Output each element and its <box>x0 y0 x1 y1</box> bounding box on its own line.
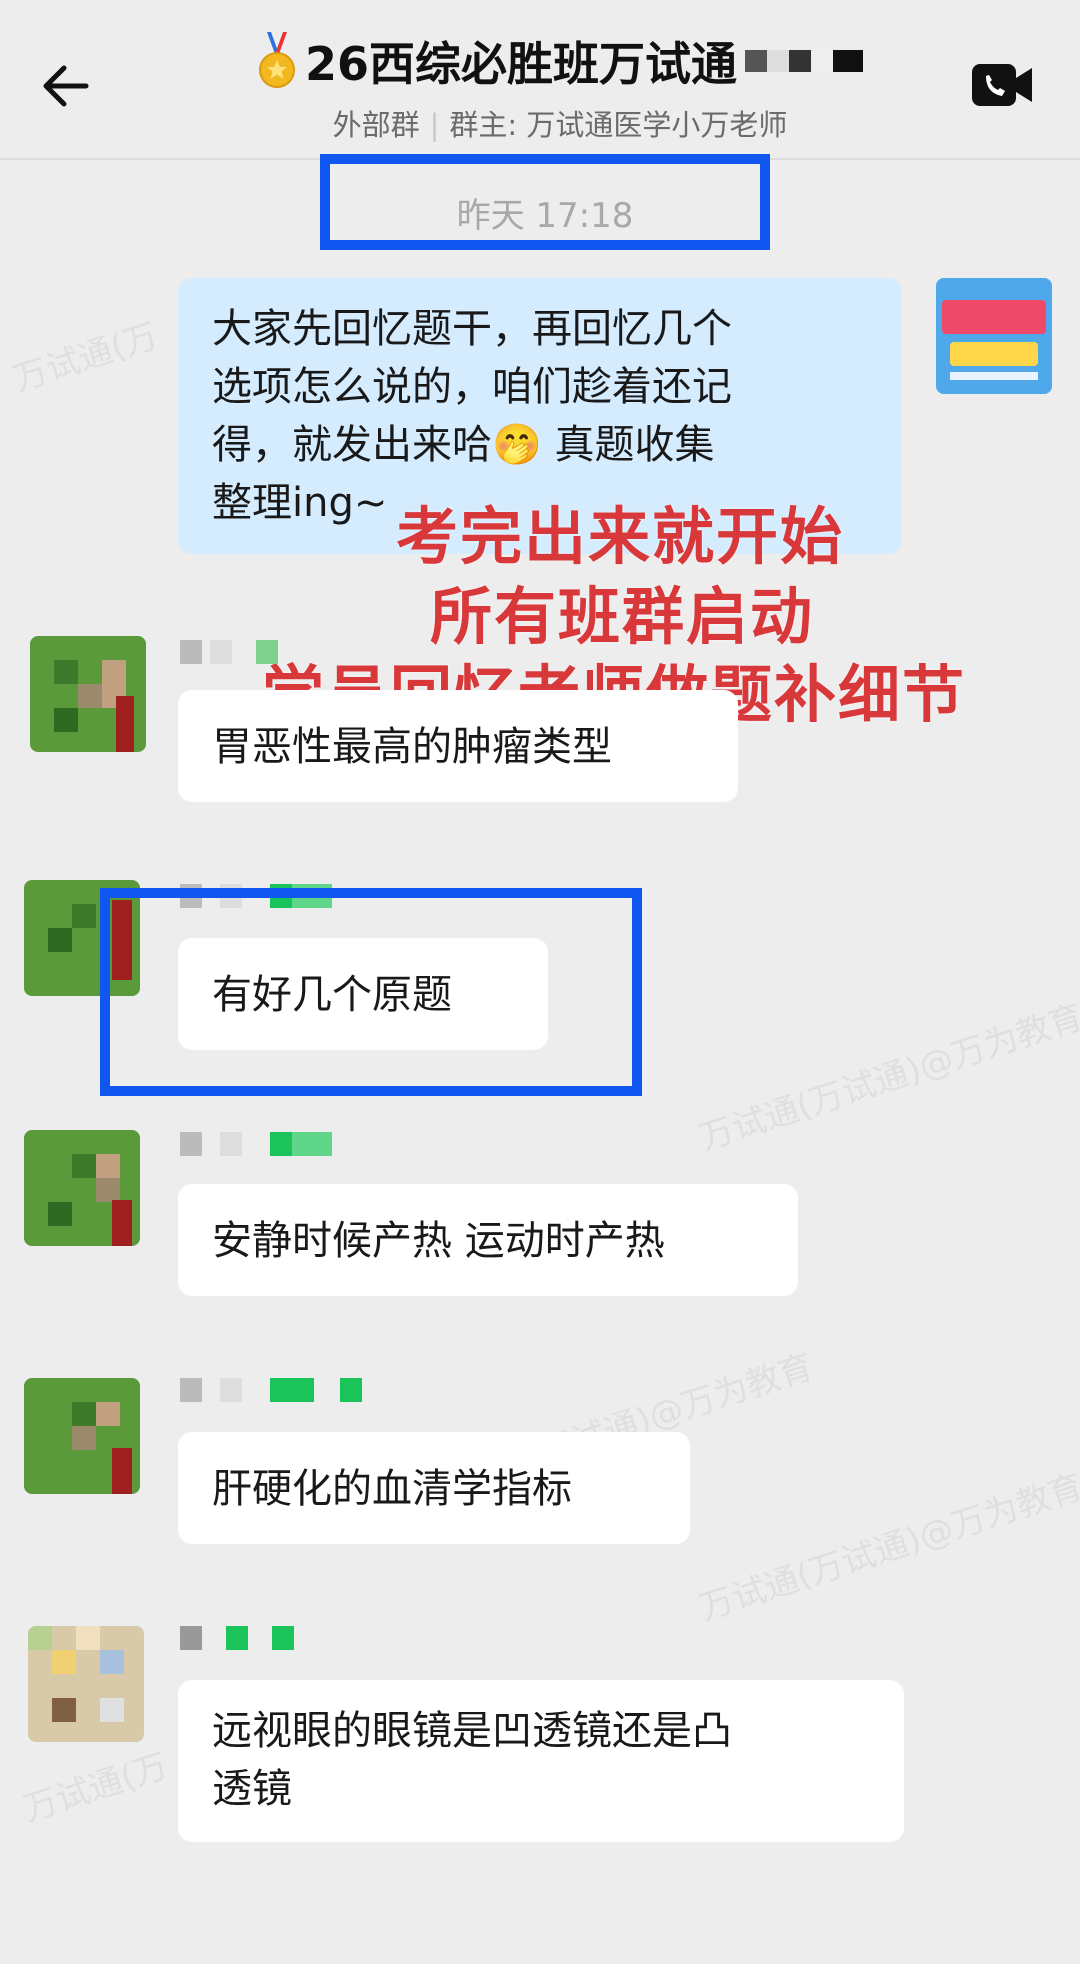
overlay-caption-line: 考完出来就开始 <box>396 500 845 573</box>
chat-title: 26西综必胜班万试通 <box>210 28 910 94</box>
account-logo-icon <box>936 278 1052 394</box>
video-call-icon[interactable] <box>972 62 1034 108</box>
message-bubble[interactable]: 安静时候产热 运动时产热 <box>178 1184 798 1296</box>
chat-title-area[interactable]: 26西综必胜班万试通 外部群 | 群主: 万试通医学小万老师 <box>210 28 910 144</box>
message-text: 胃恶性最高的肿瘤类型 <box>212 724 612 770</box>
overlay-caption-line: 所有班群启动 <box>430 580 815 653</box>
self-message-line: 大家先回忆题干，再回忆几个 <box>212 306 732 352</box>
member-avatar[interactable] <box>24 1378 140 1494</box>
medal-icon <box>258 32 295 88</box>
message-text: 有好几个原题 <box>212 972 452 1018</box>
message-timestamp: 昨天 17:18 <box>456 196 634 236</box>
message-bubble[interactable]: 有好几个原题 <box>178 938 548 1050</box>
message-text: 安静时候产热 运动时产热 <box>212 1218 665 1264</box>
watermark: 万试通(万 <box>8 315 163 400</box>
watermark: 万试通(万 <box>18 1745 173 1830</box>
message-text: 透镜 <box>212 1766 292 1812</box>
message-text: 肝硬化的血清学指标 <box>212 1466 572 1512</box>
message-bubble[interactable]: 肝硬化的血清学指标 <box>178 1432 690 1544</box>
chat-subtitle: 外部群 | 群主: 万试通医学小万老师 <box>332 108 788 142</box>
member-avatar[interactable] <box>30 636 146 752</box>
redacted-mosaic <box>745 50 863 72</box>
member-name-redacted <box>180 1626 320 1650</box>
chat-title-text: 26西综必胜班万试通 <box>304 37 737 91</box>
member-avatar[interactable] <box>24 1130 140 1246</box>
timestamp-highlight-box: 昨天 17:18 <box>320 154 770 250</box>
member-name-redacted <box>180 640 300 664</box>
back-arrow-icon[interactable] <box>34 56 94 116</box>
group-owner-label: 群主: 万试通医学小万老师 <box>449 108 788 142</box>
member-name-redacted <box>180 1378 362 1402</box>
self-message-line: 选项怎么说的，咱们趁着还记 <box>212 364 732 410</box>
member-name-redacted <box>180 1132 360 1156</box>
message-text: 远视眼的眼镜是凹透镜还是凸 <box>212 1708 732 1754</box>
member-avatar[interactable] <box>28 1626 144 1742</box>
group-type-label: 外部群 <box>332 108 420 142</box>
self-message-line: 得，就发出来哈🤭 真题收集 <box>212 422 715 468</box>
emoji-icon: 🤭 <box>492 422 542 468</box>
chat-header: 26西综必胜班万试通 外部群 | 群主: 万试通医学小万老师 <box>0 0 1080 160</box>
message-bubble[interactable]: 胃恶性最高的肿瘤类型 <box>178 690 738 802</box>
message-bubble[interactable]: 远视眼的眼镜是凹透镜还是凸 透镜 <box>178 1680 904 1842</box>
watermark: 万试通(万试通)@万为教育 <box>694 1466 1080 1629</box>
watermark: 万试通(万试通)@万为教育 <box>694 996 1080 1159</box>
self-avatar[interactable] <box>936 278 1052 394</box>
